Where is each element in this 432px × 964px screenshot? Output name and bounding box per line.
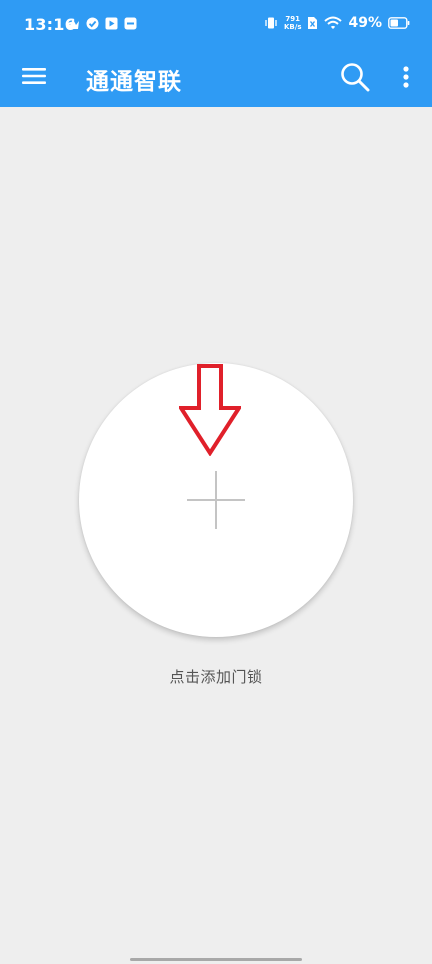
status-bar: 13:16 791 KB/s 49% — [0, 0, 432, 48]
video-app-icon — [105, 17, 118, 30]
battery-icon — [388, 17, 410, 29]
more-vert-icon — [403, 66, 409, 88]
vibrate-icon — [265, 17, 277, 29]
net-speed-value: 791 — [285, 15, 301, 23]
search-icon — [341, 63, 370, 92]
wifi-icon — [324, 16, 343, 29]
menu-icon — [22, 68, 46, 84]
more-options-button[interactable] — [390, 56, 422, 98]
app-title: 通通智联 — [86, 69, 182, 95]
battery-percent: 49% — [348, 15, 382, 31]
check-badge-icon — [86, 17, 99, 30]
search-button[interactable] — [334, 56, 376, 98]
down-arrow-annotation-icon — [179, 364, 241, 456]
home-indicator[interactable] — [130, 958, 302, 961]
crown-icon — [67, 18, 79, 29]
menu-button[interactable] — [14, 56, 54, 96]
net-speed: 791 KB/s — [284, 15, 301, 31]
app-bar: 13:16 791 KB/s 49% 通通智联 — [0, 0, 432, 107]
net-speed-unit: KB/s — [284, 23, 302, 31]
message-app-icon — [124, 17, 137, 30]
status-right-group: 791 KB/s 49% — [264, 15, 410, 31]
add-lock-label: 点击添加门锁 — [169, 668, 263, 686]
plus-icon — [187, 471, 245, 529]
status-notification-icons — [66, 17, 137, 30]
no-sim-icon — [308, 17, 318, 29]
